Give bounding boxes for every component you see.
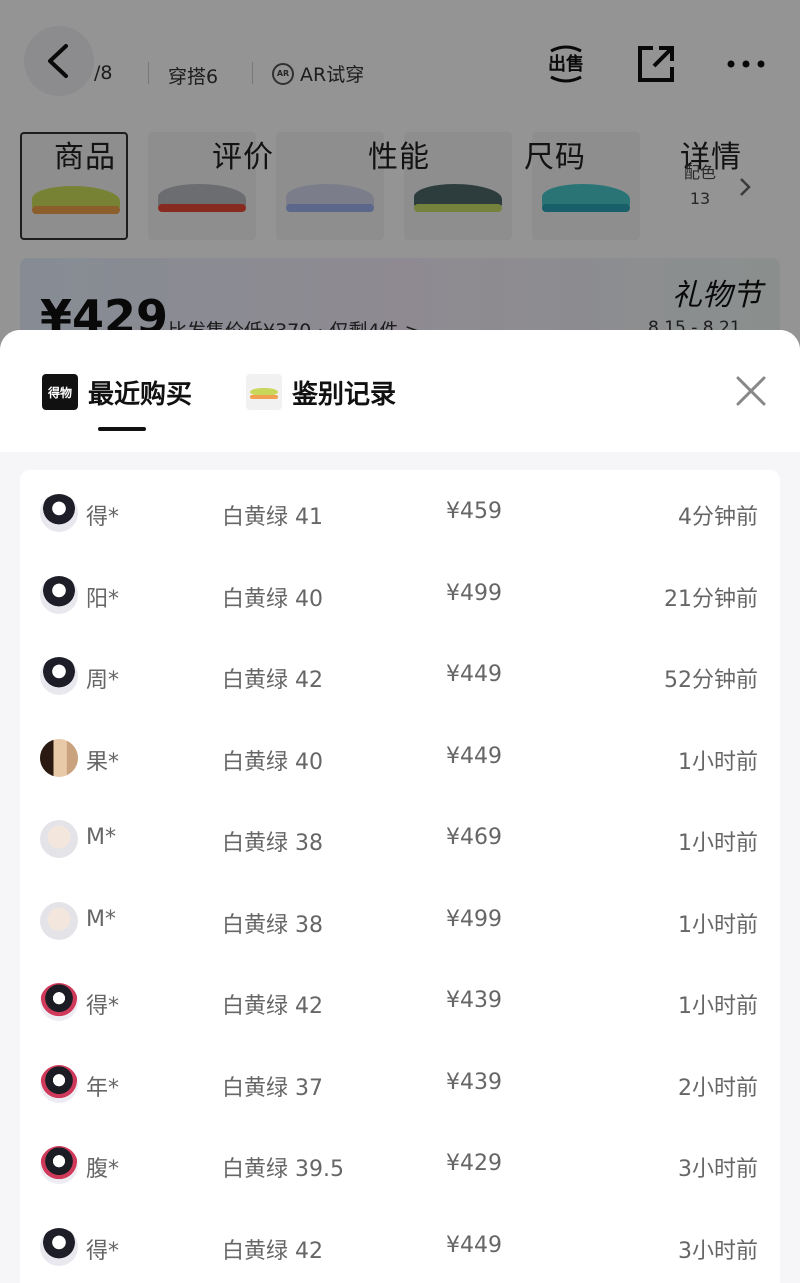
purchase-row: 阳* 白黄绿 40 ¥499 21分钟前	[20, 554, 780, 635]
purchase-price: ¥449	[446, 743, 502, 769]
avatar	[40, 657, 78, 695]
avatar	[40, 1227, 78, 1266]
dewu-logo-icon: 得物	[42, 374, 78, 410]
purchase-time: 3小时前	[678, 1157, 758, 1182]
purchase-time: 21分钟前	[664, 586, 758, 612]
buyer-name: M*	[86, 825, 116, 850]
purchase-row: 得* 白黄绿 41 ¥459 4分钟前	[20, 472, 780, 553]
tab-authentication-records[interactable]: 鉴别记录	[246, 370, 396, 414]
purchase-price: ¥449	[446, 1232, 502, 1258]
purchase-time: 2小时前	[678, 1075, 758, 1101]
avatar	[40, 901, 78, 940]
purchase-time: 3小时前	[678, 1238, 758, 1264]
buyer-name: 周*	[86, 668, 120, 693]
avatar	[40, 1064, 78, 1103]
buyer-name: M*	[86, 906, 116, 932]
avatar	[40, 575, 78, 614]
sheet-header: 得物 最近购买 鉴别记录	[0, 330, 800, 452]
close-icon	[736, 376, 766, 406]
dim-overlay[interactable]	[0, 0, 800, 360]
size-spec: 白黄绿 38	[222, 831, 323, 856]
buyer-name: 得*	[86, 505, 120, 530]
purchase-price: ¥499	[446, 580, 502, 606]
purchase-row: 周* 白黄绿 42 ¥449 52分钟前	[20, 635, 780, 716]
purchase-time: 1小时前	[678, 749, 758, 775]
purchase-price: ¥499	[446, 906, 502, 932]
purchase-time: 4分钟前	[678, 505, 758, 530]
size-spec: 白黄绿 42	[222, 1238, 323, 1264]
tab-recent-purchases-label: 最近购买	[88, 379, 193, 410]
tab-authentication-records-label: 鉴别记录	[292, 379, 397, 410]
avatar	[40, 820, 78, 858]
size-spec: 白黄绿 38	[222, 912, 323, 938]
active-tab-indicator	[98, 427, 146, 431]
purchase-row: 得* 白黄绿 42 ¥439 1小时前	[20, 961, 780, 1042]
tab-recent-purchases[interactable]: 得物 最近购买	[42, 370, 192, 414]
purchase-row: 得* 白黄绿 42 ¥449 3小时前	[20, 1206, 780, 1283]
buyer-name: 果*	[86, 749, 120, 775]
purchase-row: 年* 白黄绿 37 ¥439 2小时前	[20, 1043, 780, 1124]
purchase-price: ¥459	[446, 499, 502, 524]
buyer-name: 得*	[86, 994, 120, 1019]
size-spec: 白黄绿 39.5	[222, 1157, 344, 1182]
purchase-price: ¥449	[446, 662, 502, 687]
avatar	[40, 1146, 78, 1184]
purchase-list: 得* 白黄绿 41 ¥459 4分钟前阳* 白黄绿 40 ¥499 21分钟前周* 白黄绿 4…	[20, 470, 780, 1283]
purchase-price: ¥439	[446, 1069, 502, 1095]
purchase-row: M* 白黄绿 38 ¥499 1小时前	[20, 880, 780, 961]
size-spec: 白黄绿 41	[222, 505, 323, 530]
purchase-row: M* 白黄绿 38 ¥469 1小时前	[20, 798, 780, 879]
close-button[interactable]	[732, 372, 770, 410]
size-spec: 白黄绿 42	[222, 668, 323, 693]
purchase-time: 1小时前	[678, 994, 758, 1019]
purchase-price: ¥439	[446, 988, 502, 1013]
shoe-thumbnail-icon	[246, 374, 282, 410]
product-page-background: /8 穿搭6 AR AR试穿 出售 商品 评价 性能 尺码 详情 配色 13 ¥…	[0, 0, 800, 360]
buyer-name: 腹*	[86, 1157, 120, 1182]
buyer-name: 得*	[86, 1238, 120, 1264]
size-spec: 白黄绿 37	[222, 1075, 323, 1101]
purchase-time: 1小时前	[678, 912, 758, 938]
purchase-price: ¥429	[446, 1151, 502, 1176]
purchase-row: 果* 白黄绿 40 ¥449 1小时前	[20, 717, 780, 798]
recent-purchases-sheet: 得物 最近购买 鉴别记录 得* 白黄绿 41 ¥459 4分钟前阳* 白黄绿 40 ¥49…	[0, 330, 800, 1283]
buyer-name: 阳*	[86, 586, 120, 612]
size-spec: 白黄绿 40	[222, 749, 323, 775]
buyer-name: 年*	[86, 1075, 120, 1101]
purchase-time: 52分钟前	[664, 668, 758, 693]
avatar	[40, 494, 78, 532]
purchase-row: 腹* 白黄绿 39.5 ¥429 3小时前	[20, 1124, 780, 1205]
purchase-time: 1小时前	[678, 831, 758, 856]
avatar	[40, 983, 78, 1021]
size-spec: 白黄绿 40	[222, 586, 323, 612]
size-spec: 白黄绿 42	[222, 994, 323, 1019]
avatar	[40, 738, 78, 777]
purchase-price: ¥469	[446, 825, 502, 850]
